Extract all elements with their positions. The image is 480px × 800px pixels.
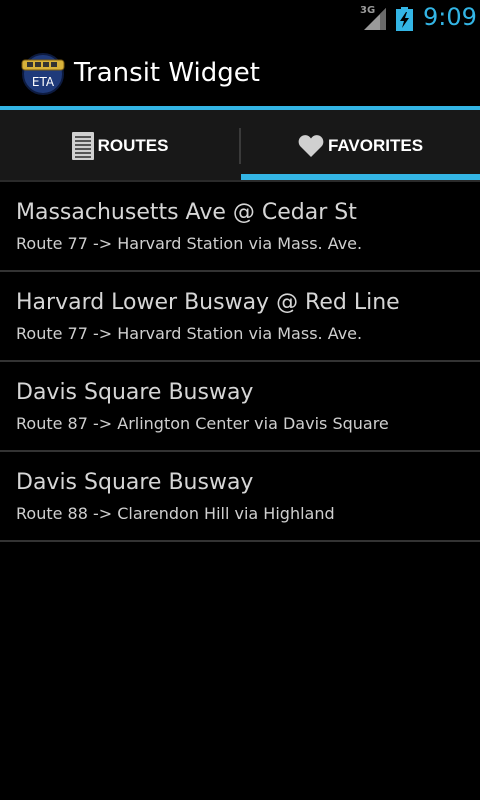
status-bar: 3G 9:09 [0,0,480,38]
tab-routes-label: ROUTES [97,136,169,155]
favorites-list: Massachusetts Ave @ Cedar St Route 77 ->… [0,182,480,542]
battery-charging-icon [396,7,413,31]
network-type-label: 3G [360,5,376,16]
route-description: Route 87 -> Arlington Center via Davis S… [16,414,389,433]
app-title: Transit Widget [74,58,260,88]
list-item[interactable]: Harvard Lower Busway @ Red Line Route 77… [0,272,480,362]
stop-name: Harvard Lower Busway @ Red Line [16,290,400,315]
list-item[interactable]: Davis Square Busway Route 87 -> Arlingto… [0,362,480,452]
route-description: Route 77 -> Harvard Station via Mass. Av… [16,234,363,253]
tab-routes[interactable]: ROUTES [0,110,240,182]
stop-name: Davis Square Busway [16,470,254,495]
list-icon [71,132,94,160]
list-item[interactable]: Massachusetts Ave @ Cedar St Route 77 ->… [0,182,480,272]
route-description: Route 77 -> Harvard Station via Mass. Av… [16,324,363,343]
tab-favorites-label: FAVORITES [327,136,424,155]
app-logo-text: ETA [32,75,55,89]
stop-name: Davis Square Busway [16,380,254,405]
tab-bar: ROUTES FAVORITES [0,110,480,182]
list-item[interactable]: Davis Square Busway Route 88 -> Clarendo… [0,452,480,542]
heart-icon [298,135,324,157]
stop-name: Massachusetts Ave @ Cedar St [16,200,357,225]
tab-favorites[interactable]: FAVORITES [241,110,480,182]
clock: 9:09 [423,3,477,31]
route-description: Route 88 -> Clarendon Hill via Highland [16,504,335,523]
app-logo-icon[interactable]: ETA [20,52,66,96]
action-bar: ETA Transit Widget [0,38,480,108]
